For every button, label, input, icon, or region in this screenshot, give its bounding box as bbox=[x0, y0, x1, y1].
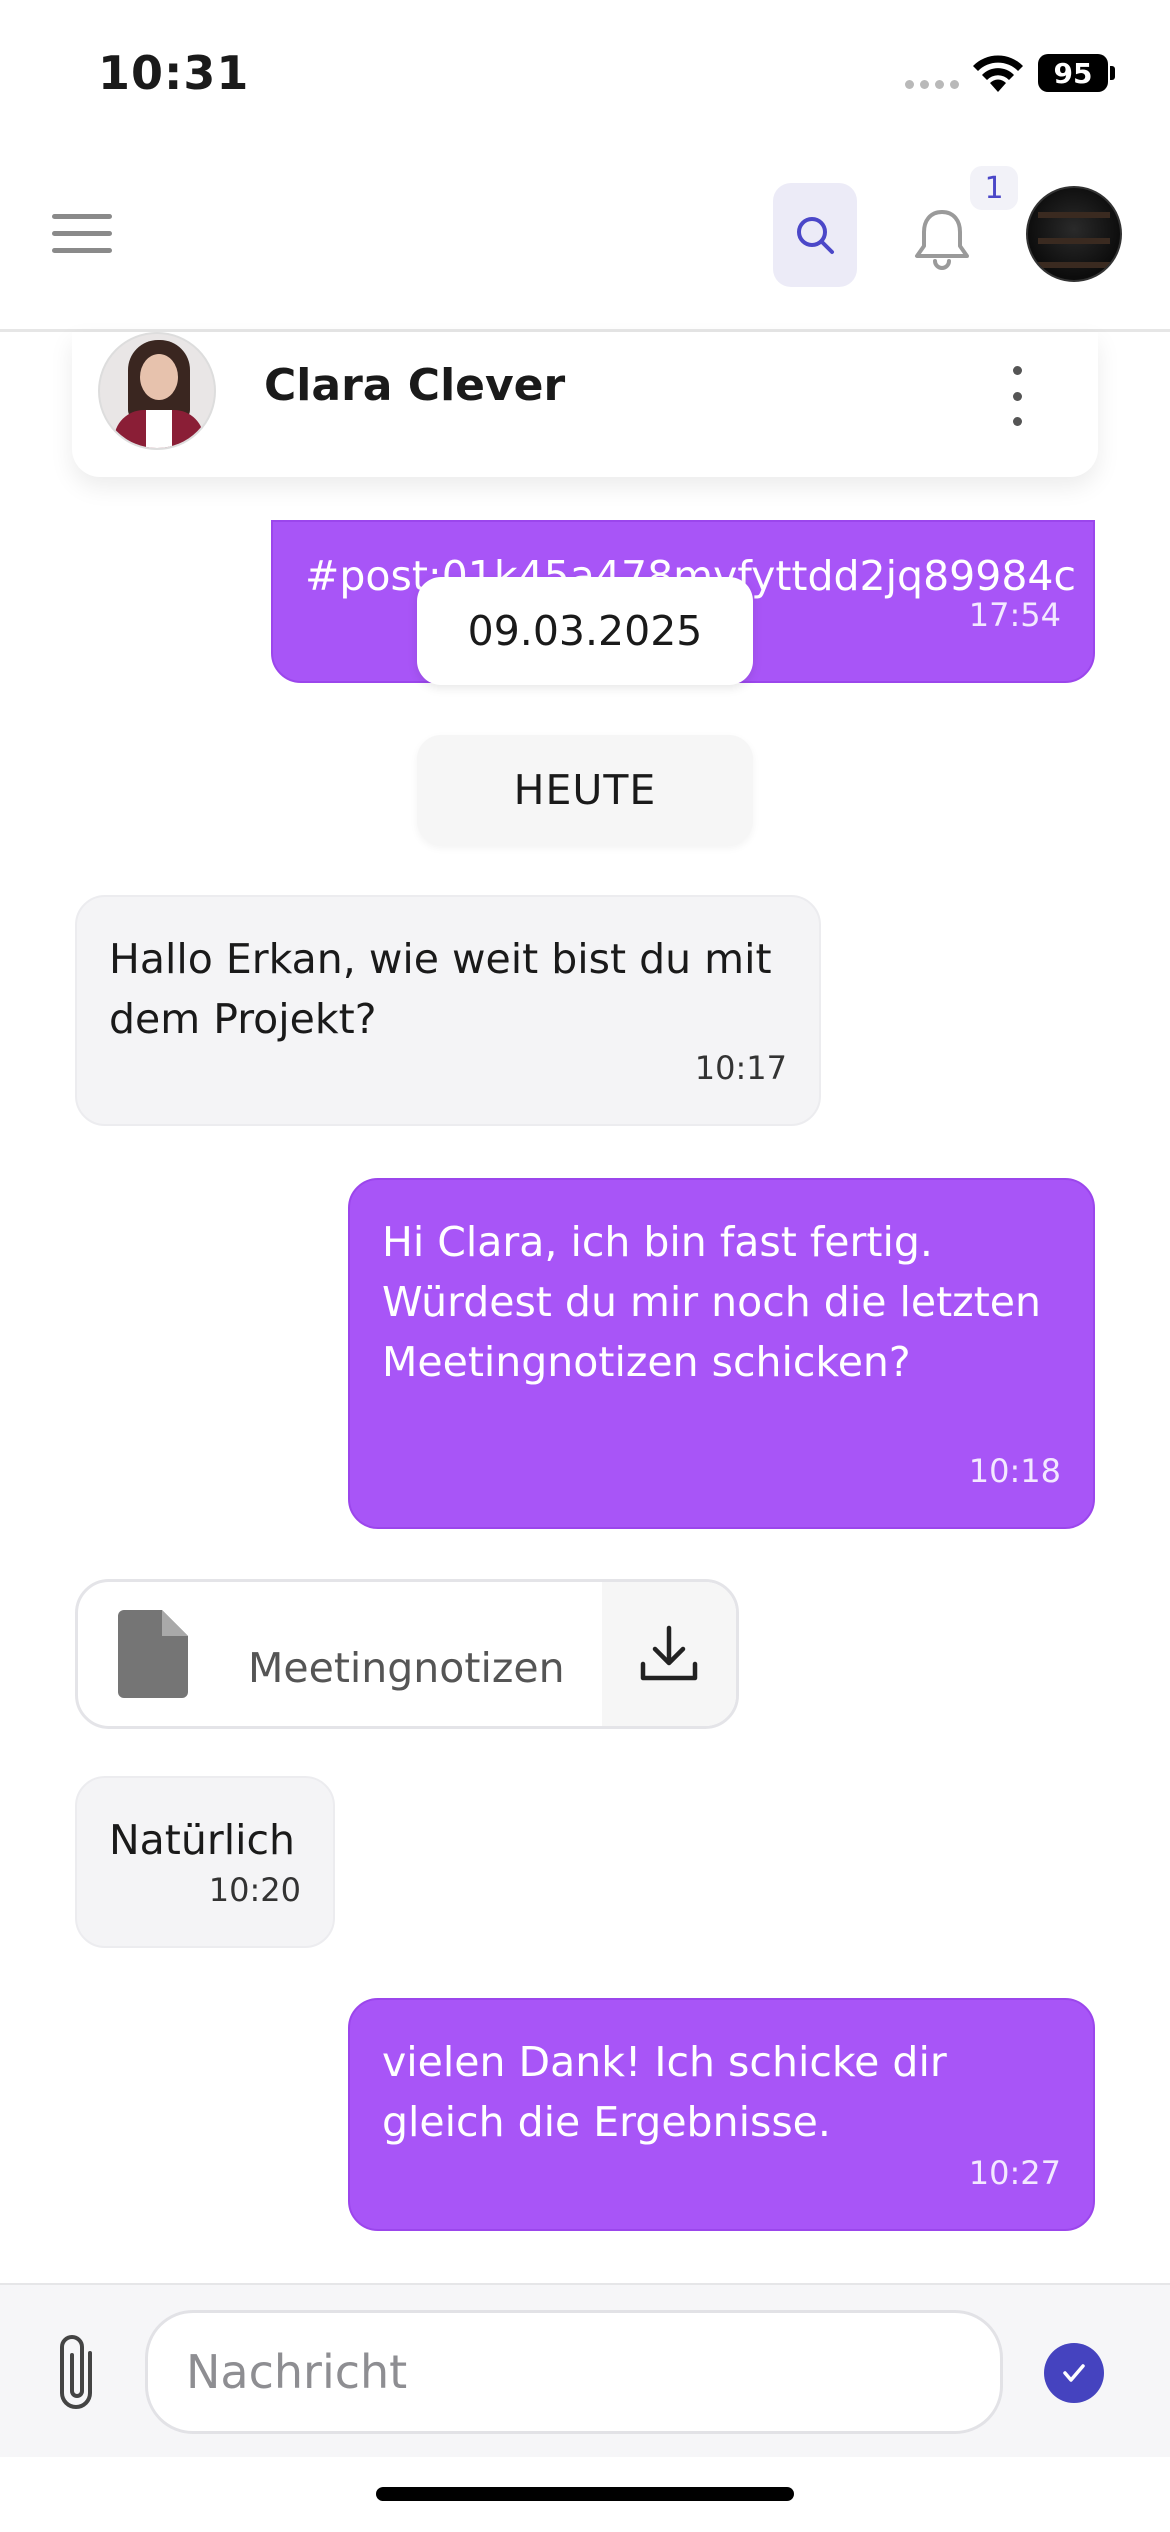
top-nav: 1 bbox=[0, 140, 1170, 332]
outgoing-message[interactable]: Hi Clara, ich bin fast fertig. Würdest d… bbox=[348, 1178, 1095, 1529]
hamburger-menu-icon[interactable] bbox=[52, 214, 112, 258]
message-composer bbox=[0, 2283, 1170, 2457]
chat-contact-header: Clara Clever bbox=[72, 332, 1098, 477]
message-time: 10:18 bbox=[968, 1452, 1061, 1490]
battery-nub bbox=[1110, 66, 1115, 80]
file-name: Meetingnotizen bbox=[248, 1644, 565, 1692]
home-indicator bbox=[376, 2487, 794, 2501]
today-separator: HEUTE bbox=[417, 735, 753, 845]
contact-avatar[interactable] bbox=[98, 332, 216, 450]
outgoing-message[interactable]: vielen Dank! Ich schicke dir gleich die … bbox=[348, 1998, 1095, 2231]
message-time: 10:20 bbox=[208, 1871, 301, 1909]
message-time: 17:54 bbox=[968, 596, 1061, 634]
status-time: 10:31 bbox=[98, 46, 250, 100]
cellular-signal-icon bbox=[905, 80, 959, 89]
date-separator: 09.03.2025 bbox=[417, 577, 753, 685]
battery-icon: 95 bbox=[1038, 54, 1108, 92]
checkmark-icon bbox=[1063, 2364, 1085, 2382]
message-time: 10:17 bbox=[694, 1049, 787, 1087]
bell-icon bbox=[915, 210, 969, 270]
message-time: 10:27 bbox=[968, 2154, 1061, 2192]
download-button[interactable] bbox=[602, 1582, 736, 1726]
download-icon bbox=[640, 1625, 698, 1681]
user-avatar[interactable] bbox=[1026, 186, 1122, 282]
status-bar: 10:31 95 bbox=[0, 0, 1170, 140]
message-text: Hallo Erkan, wie weit bist du mit dem Pr… bbox=[109, 935, 772, 1043]
message-text: Hi Clara, ich bin fast fertig. Würdest d… bbox=[382, 1218, 1041, 1386]
search-icon bbox=[797, 217, 834, 254]
incoming-message[interactable]: Hallo Erkan, wie weit bist du mit dem Pr… bbox=[75, 895, 821, 1126]
chat-thread[interactable]: #post:01k45a478mvfyttdd2jq89984c 17:54 0… bbox=[0, 335, 1170, 2283]
more-options-icon[interactable] bbox=[1002, 366, 1032, 426]
contact-name[interactable]: Clara Clever bbox=[264, 360, 565, 411]
notification-count-badge: 1 bbox=[970, 166, 1018, 210]
file-attachment-message[interactable]: Meetingnotizen bbox=[75, 1579, 739, 1729]
incoming-message[interactable]: Natürlich 10:20 bbox=[75, 1776, 335, 1948]
search-button[interactable] bbox=[773, 183, 857, 287]
send-button[interactable] bbox=[1044, 2343, 1104, 2403]
message-text: Natürlich bbox=[109, 1816, 296, 1864]
message-input[interactable] bbox=[145, 2310, 1003, 2434]
paperclip-icon[interactable] bbox=[48, 2331, 108, 2415]
document-icon bbox=[118, 1610, 188, 1698]
message-text: vielen Dank! Ich schicke dir gleich die … bbox=[382, 2038, 947, 2146]
notifications-button[interactable] bbox=[900, 197, 984, 281]
wifi-icon bbox=[973, 55, 1023, 92]
